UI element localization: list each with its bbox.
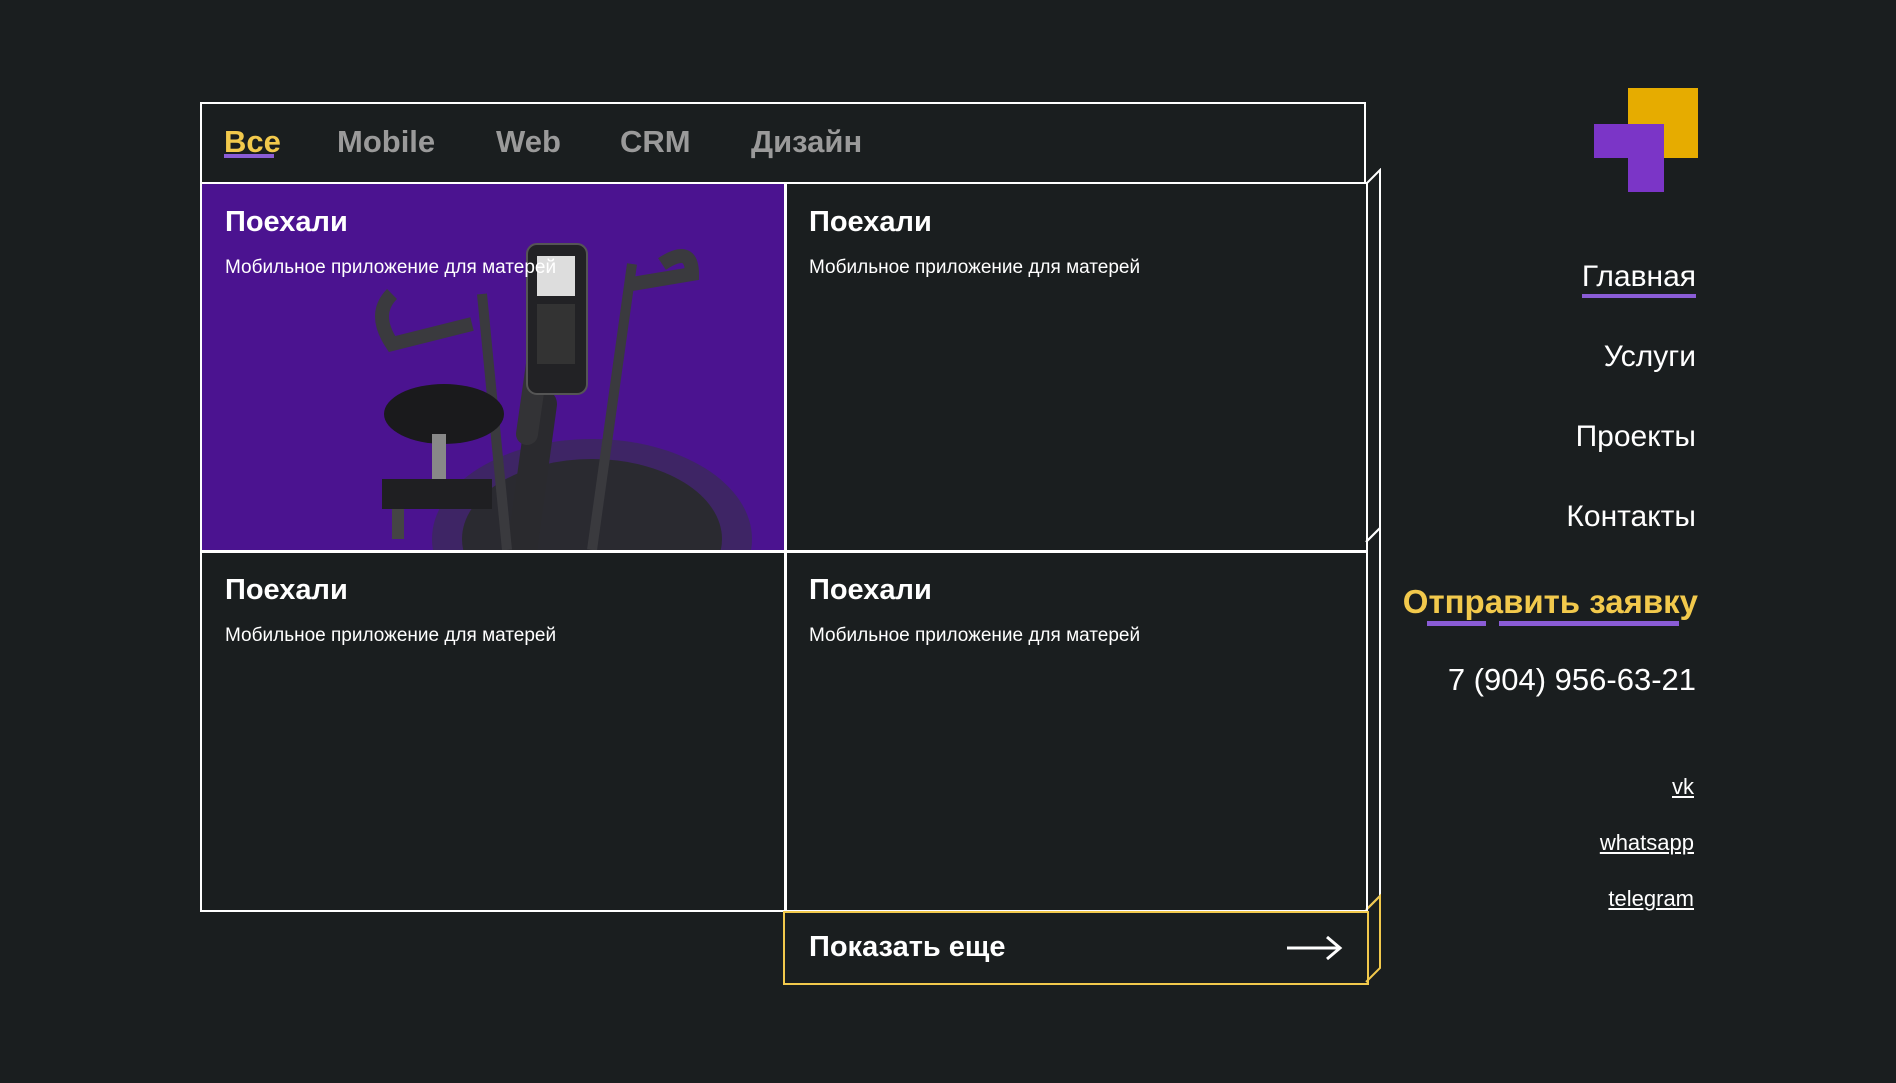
grid-divider	[202, 550, 1366, 553]
active-tab-indicator	[224, 154, 274, 158]
cta-underline	[1499, 621, 1679, 626]
nav-services[interactable]: Услуги	[1604, 340, 1696, 374]
show-more-button[interactable]: Показать еще	[783, 911, 1369, 985]
nav-projects[interactable]: Проекты	[1576, 420, 1696, 454]
tab-crm[interactable]: CRM	[620, 124, 691, 160]
cta-underline	[1427, 621, 1486, 626]
phone-number[interactable]: 7 (904) 956-63-21	[1448, 662, 1696, 698]
tab-design[interactable]: Дизайн	[751, 124, 862, 160]
logo[interactable]	[1594, 88, 1698, 192]
grid-divider	[784, 184, 787, 910]
nav-home[interactable]: Главная	[1581, 260, 1696, 298]
project-title: Поехали	[225, 574, 348, 606]
exercise-bike-image	[375, 243, 752, 550]
project-title: Поехали	[809, 574, 932, 606]
project-card[interactable]: Поехали Мобильное приложение для матерей	[202, 184, 786, 550]
project-subtitle: Мобильное приложение для матерей	[225, 625, 557, 646]
project-card[interactable]: Поехали Мобильное приложение для матерей	[786, 184, 1366, 550]
submit-request-link[interactable]: Отправить заявку	[1403, 583, 1698, 621]
project-subtitle: Мобильное приложение для матерей	[225, 257, 557, 278]
project-subtitle: Мобильное приложение для матерей	[809, 625, 1141, 646]
project-title: Поехали	[225, 206, 348, 238]
social-vk[interactable]: vk	[1672, 774, 1694, 800]
social-telegram[interactable]: telegram	[1608, 886, 1694, 912]
arrow-right-icon	[1287, 935, 1343, 961]
social-whatsapp[interactable]: whatsapp	[1600, 830, 1694, 856]
show-more-label: Показать еще	[809, 931, 1006, 963]
projects-grid: Поехали Мобильное приложение для матерей…	[200, 182, 1368, 912]
project-subtitle: Мобильное приложение для матерей	[809, 257, 1141, 278]
tab-web[interactable]: Web	[496, 124, 561, 160]
project-title: Поехали	[809, 206, 932, 238]
filter-tabs: Все Mobile Web CRM Дизайн	[200, 102, 1366, 182]
project-card[interactable]: Поехали Мобильное приложение для матерей	[786, 552, 1366, 910]
nav-contacts[interactable]: Контакты	[1566, 500, 1696, 534]
project-card[interactable]: Поехали Мобильное приложение для матерей	[202, 552, 786, 910]
tab-mobile[interactable]: Mobile	[337, 124, 435, 160]
